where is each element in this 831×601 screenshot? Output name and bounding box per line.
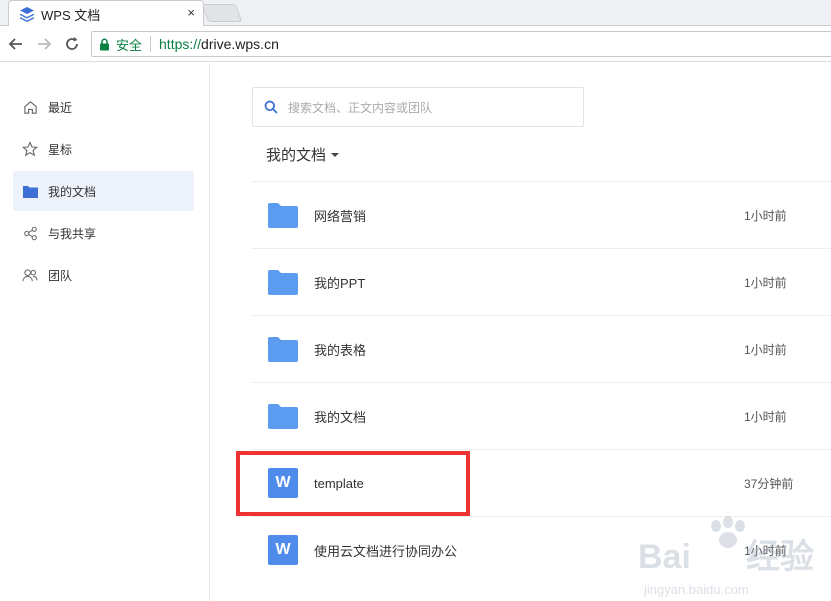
file-name: 网络营销	[314, 208, 367, 224]
svg-text:经验: 经验	[746, 537, 814, 576]
wps-logo-icon	[18, 5, 36, 23]
doc-icon-letter: W	[268, 535, 298, 565]
reload-button[interactable]	[62, 34, 82, 54]
file-time: 1小时前	[744, 208, 787, 223]
browser-tabstrip: WPS 文档 ×	[0, 0, 831, 27]
list-item[interactable]: 网络营销 1小时前	[252, 181, 831, 248]
sidebar-item-starred[interactable]: 星标	[13, 129, 194, 169]
url-host: drive.wps.cn	[201, 36, 279, 52]
share-icon	[22, 225, 38, 241]
forward-button[interactable]	[34, 34, 54, 54]
sidebar-item-my-docs[interactable]: 我的文档	[13, 171, 194, 211]
new-tab-button[interactable]	[201, 4, 243, 22]
file-time: 37分钟前	[744, 476, 794, 491]
sidebar-item-label: 我的文档	[48, 184, 97, 199]
search-placeholder: 搜索文档、正文内容或团队	[288, 100, 433, 115]
list-item[interactable]: 我的表格 1小时前	[252, 315, 831, 382]
url-scheme: https://	[159, 36, 202, 52]
sidebar: 最近 星标 我的文档 与我共享 团队	[0, 63, 210, 601]
file-time: 1小时前	[744, 342, 787, 357]
sidebar-item-label: 团队	[48, 268, 73, 283]
folder-icon	[268, 202, 298, 228]
search-box[interactable]: 搜索文档、正文内容或团队	[252, 87, 584, 127]
address-divider	[150, 36, 152, 52]
breadcrumb-label: 我的文档	[266, 147, 327, 164]
file-name: 我的文档	[314, 409, 367, 425]
svg-text:jingyan.baidu.com: jingyan.baidu.com	[643, 582, 749, 597]
lock-icon	[99, 37, 111, 51]
folder-icon	[22, 183, 38, 199]
tab-title: WPS 文档	[41, 7, 101, 23]
file-name: 我的PPT	[314, 275, 366, 291]
folder-icon	[268, 403, 298, 429]
breadcrumb[interactable]: 我的文档	[266, 144, 340, 165]
arrow-left-icon	[8, 38, 22, 50]
folder-icon	[268, 269, 298, 295]
arrow-right-icon	[38, 38, 52, 50]
file-name: 使用云文档进行协同办公	[314, 543, 458, 559]
wps-doc-icon: W	[268, 535, 298, 565]
home-icon	[22, 99, 38, 115]
file-time: 1小时前	[744, 275, 787, 290]
secure-label: 安全	[116, 37, 143, 53]
browser-toolbar: 安全 https://drive.wps.cn	[0, 26, 831, 62]
sidebar-item-label: 最近	[48, 100, 73, 115]
svg-text:Bai: Bai	[638, 538, 691, 576]
baidu-watermark-logo: Bai 经验 jingyan.baidu.com	[638, 516, 814, 597]
file-name: 我的表格	[314, 342, 367, 358]
sidebar-item-label: 星标	[48, 142, 73, 157]
sidebar-item-team[interactable]: 团队	[13, 255, 194, 295]
list-item[interactable]: 我的PPT 1小时前	[252, 248, 831, 315]
back-button[interactable]	[6, 34, 26, 54]
url-text: https://drive.wps.cn	[159, 36, 279, 52]
team-icon	[22, 267, 38, 283]
close-tab-icon[interactable]: ×	[187, 5, 195, 20]
highlight-box	[236, 451, 470, 516]
star-icon	[22, 141, 38, 157]
list-item[interactable]: 我的文档 1小时前	[252, 382, 831, 449]
file-time: 1小时前	[744, 409, 787, 424]
sidebar-item-label: 与我共享	[48, 226, 97, 241]
address-bar[interactable]: 安全 https://drive.wps.cn	[91, 31, 831, 57]
reload-icon	[66, 37, 78, 50]
search-icon	[264, 100, 278, 114]
caret-down-icon	[331, 152, 340, 157]
browser-tab[interactable]: WPS 文档 ×	[8, 0, 204, 27]
sidebar-item-shared[interactable]: 与我共享	[13, 213, 194, 253]
folder-icon	[268, 336, 298, 362]
sidebar-item-recent[interactable]: 最近	[13, 87, 194, 127]
